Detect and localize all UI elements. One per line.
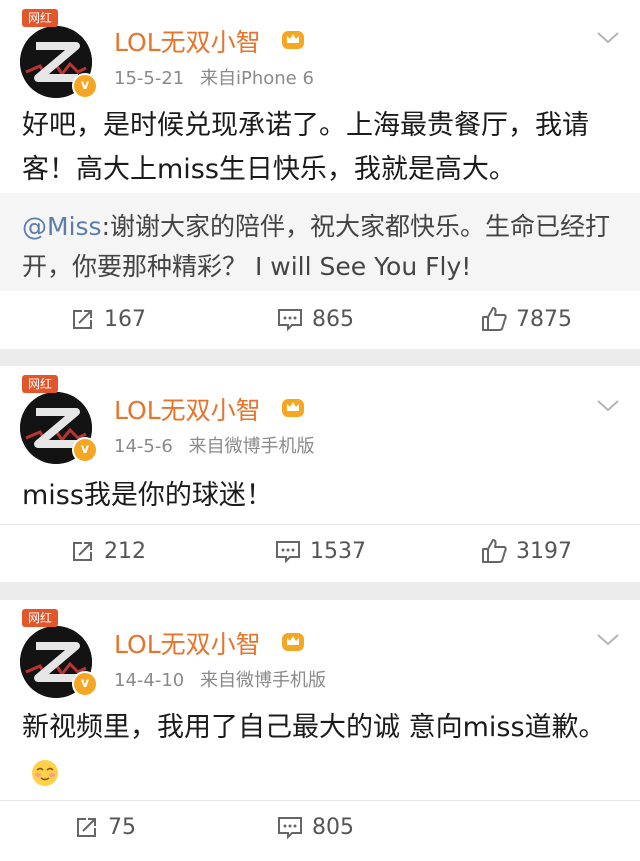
crown-icon xyxy=(282,31,304,49)
chevron-down-icon[interactable] xyxy=(596,398,620,414)
post-source: 来自微博手机版 xyxy=(188,436,315,457)
post-content: 新视频里，我用了自己最大的诚 意向miss道歉。 xyxy=(22,706,618,794)
post-source: 来自iPhone 6 xyxy=(200,68,314,89)
repost-author[interactable]: @Miss xyxy=(22,212,102,241)
verified-badge-icon: v xyxy=(72,437,98,463)
repost-box[interactable]: @Miss:谢谢大家的陪伴，祝大家都快乐。生命已经打开，你要那种精彩？ I wi… xyxy=(0,193,640,291)
weibo-post: 网红 v LOL无双小智 14-5-6 来自微博手机版 miss我是你的球迷！ … xyxy=(0,366,640,582)
influencer-tag: 网红 xyxy=(22,375,58,393)
share-icon xyxy=(73,310,92,329)
chevron-down-icon[interactable] xyxy=(596,632,620,648)
comment-icon xyxy=(278,817,302,840)
post-content: miss我是你的球迷！ xyxy=(22,480,273,511)
post-meta: 14-5-6 来自微博手机版 xyxy=(114,432,315,458)
repost-body: :谢谢大家的陪伴，祝大家都快乐。生命已经打开，你要那种精彩？ I will Se… xyxy=(22,212,611,281)
post-date: 14-4-10 xyxy=(114,670,185,691)
comment-count: 865 xyxy=(312,306,354,332)
influencer-tag: 网红 xyxy=(22,9,58,27)
username[interactable]: LOL无双小智 xyxy=(114,625,261,661)
divider xyxy=(0,800,640,801)
like-icon xyxy=(482,539,507,563)
share-button[interactable]: 167 xyxy=(70,304,146,334)
post-date: 14-5-6 xyxy=(114,436,173,457)
comment-icon xyxy=(276,541,300,564)
crown-icon xyxy=(282,399,304,417)
weibo-post: 网红 v LOL无双小智 15-5-21 来自iPhone 6 好吧，是时候兑现… xyxy=(0,0,640,349)
share-button[interactable]: 212 xyxy=(70,536,146,566)
blush-emoji-icon xyxy=(32,759,58,786)
chevron-down-icon[interactable] xyxy=(596,30,620,46)
verified-badge-icon: v xyxy=(72,671,98,697)
post-content-text: 新视频里，我用了自己最大的诚 意向miss道歉。 xyxy=(22,712,606,743)
comment-count: 1537 xyxy=(310,538,366,564)
share-button[interactable]: 75 xyxy=(74,812,136,842)
crown-icon xyxy=(282,633,304,651)
like-count: 7875 xyxy=(516,306,572,332)
weibo-post: 网红 v LOL无双小智 14-4-10 来自微博手机版 新视频里，我用了自己最… xyxy=(0,600,640,861)
username[interactable]: LOL无双小智 xyxy=(114,23,261,59)
share-count: 212 xyxy=(104,538,146,564)
share-count: 167 xyxy=(104,306,146,332)
comment-button[interactable]: 805 xyxy=(276,812,354,842)
repost-text: @Miss:谢谢大家的陪伴，祝大家都快乐。生命已经打开，你要那种精彩？ I wi… xyxy=(22,207,618,287)
like-count: 3197 xyxy=(516,538,572,564)
divider xyxy=(0,524,640,525)
like-button[interactable]: 7875 xyxy=(480,304,572,334)
share-count: 75 xyxy=(108,814,136,840)
post-meta: 14-4-10 来自微博手机版 xyxy=(114,666,326,692)
share-icon xyxy=(77,818,96,837)
post-date: 15-5-21 xyxy=(114,68,185,89)
comment-count: 805 xyxy=(312,814,354,840)
share-icon xyxy=(73,542,92,561)
post-source: 来自微博手机版 xyxy=(200,670,326,691)
like-button[interactable]: 3197 xyxy=(480,536,572,566)
username[interactable]: LOL无双小智 xyxy=(114,391,261,427)
post-meta: 15-5-21 来自iPhone 6 xyxy=(114,64,314,90)
post-content: 好吧，是时候兑现承诺了。上海最贵餐厅，我请客！高大上miss生日快乐，我就是高大… xyxy=(22,110,589,185)
comment-button[interactable]: 1537 xyxy=(274,536,366,566)
influencer-tag: 网红 xyxy=(22,609,58,627)
verified-badge-icon: v xyxy=(72,73,98,99)
comment-button[interactable]: 865 xyxy=(276,304,354,334)
like-icon xyxy=(482,307,507,331)
comment-icon xyxy=(278,309,302,332)
